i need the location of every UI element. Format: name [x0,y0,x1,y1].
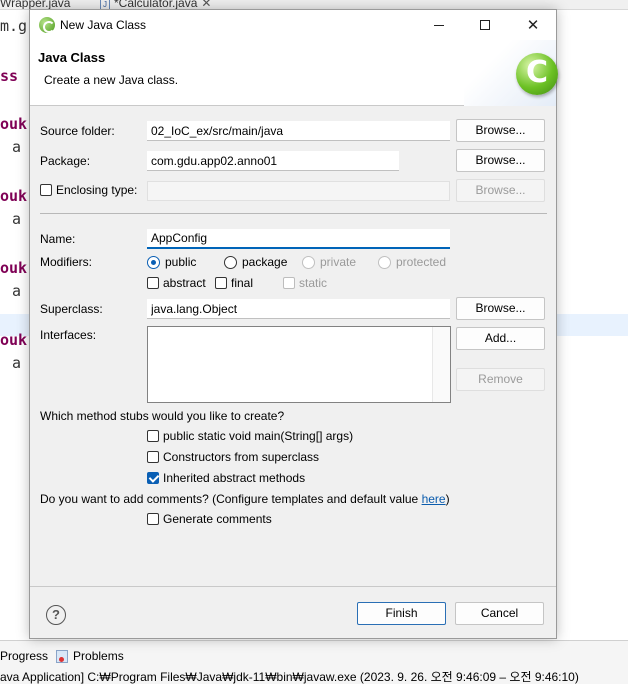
close-icon: ✕ [526,17,540,34]
close-button[interactable]: ✕ [510,10,556,40]
dialog-title-bar[interactable]: New Java Class ✕ [30,10,556,40]
modifier-package-radio[interactable]: package [224,255,287,269]
stub-main-checkbox[interactable]: public static void main(String[] args) [147,429,353,443]
radio-label: protected [396,255,447,269]
wizard-banner: C [464,40,558,106]
comments-question-text: Do you want to add comments? (Configure … [40,492,422,506]
add-interface-button[interactable]: Add... [456,327,545,350]
package-label: Package: [40,154,91,168]
java-class-icon: C [516,53,558,95]
dialog-title: New Java Class [60,18,147,32]
dialog-footer: ? Finish Cancel [30,586,556,638]
code-line: ss [0,67,19,85]
comments-question-suffix: ) [445,492,450,506]
checkbox-box [147,472,159,484]
source-folder-input[interactable] [147,121,450,141]
radio-label: public [165,255,197,269]
tab-problems-label: Problems [73,649,124,663]
code-line: ouk [0,187,28,205]
modifier-protected-radio: protected [378,255,446,269]
source-folder-browse-button[interactable]: Browse... [456,119,545,142]
source-folder-label: Source folder: [40,124,115,138]
enclosing-type-label: Enclosing type: [56,183,138,197]
finish-button[interactable]: Finish [357,602,446,625]
code-line: ouk [0,115,28,133]
interfaces-list-scrollbar[interactable] [432,327,450,402]
problems-icon [56,649,69,663]
wizard-header-title: Java Class [38,50,106,65]
interfaces-label: Interfaces: [40,328,97,342]
superclass-label: Superclass: [40,302,103,316]
bottom-tab-bar: Progress Problems [0,646,132,666]
spring-leaf-icon [39,17,55,33]
minimize-button[interactable] [416,10,462,40]
modifier-abstract-checkbox[interactable]: abstract [147,276,206,290]
section-separator [40,213,547,214]
radio-dot [224,255,237,269]
package-browse-button[interactable]: Browse... [456,149,545,172]
code-line: m.g [0,17,28,35]
superclass-browse-button[interactable]: Browse... [456,297,545,320]
bottom-panel: Progress Problems ava Application] C:₩Pr… [0,640,628,684]
checkbox-label: Constructors from superclass [163,450,320,464]
modifier-public-radio[interactable]: public [147,255,196,269]
code-line: a [12,354,22,372]
superclass-input[interactable] [147,299,450,319]
radio-dot [147,255,160,269]
new-java-class-dialog: New Java Class ✕ Java Class Create a new… [29,9,558,639]
checkbox-box [215,277,227,289]
comments-question: Do you want to add comments? (Configure … [40,492,450,506]
enclosing-type-input [147,181,450,201]
maximize-icon [480,20,490,30]
checkbox-box [147,430,159,442]
code-line: a [12,210,22,228]
tab-problems[interactable]: Problems [56,649,124,663]
stub-constructors-checkbox[interactable]: Constructors from superclass [147,450,319,464]
checkbox-box [147,277,159,289]
code-line: ouk [0,331,28,349]
tab-progress-label: Progress [0,649,49,663]
help-icon[interactable]: ? [46,605,66,625]
modifier-private-radio: private [302,255,356,269]
modifier-final-checkbox[interactable]: final [215,276,253,290]
class-name-input[interactable] [147,229,450,249]
console-status-line: ava Application] C:₩Program Files₩Java₩j… [0,670,579,684]
wizard-header-description: Create a new Java class. [44,73,179,87]
checkbox-box [40,184,52,196]
modifier-static-checkbox: static [283,276,327,290]
cancel-button[interactable]: Cancel [455,602,544,625]
enclosing-type-browse-button: Browse... [456,179,545,202]
radio-dot [302,255,315,269]
code-line: a [12,138,22,156]
checkbox-label: final [231,276,254,290]
checkbox-label: Generate comments [163,512,272,526]
code-line: a [12,282,22,300]
method-stubs-question: Which method stubs would you like to cre… [40,409,285,423]
enclosing-type-checkbox[interactable]: Enclosing type: [40,183,137,197]
maximize-button[interactable] [462,10,508,40]
radio-label: package [242,255,288,269]
remove-interface-button: Remove [456,368,545,391]
stub-inherited-abstract-checkbox[interactable]: Inherited abstract methods [147,471,305,485]
generate-comments-checkbox[interactable]: Generate comments [147,512,272,526]
checkbox-label: abstract [163,276,206,290]
tab-progress[interactable]: Progress [0,649,48,663]
name-label: Name: [40,232,76,246]
checkbox-label: public static void main(String[] args) [163,429,354,443]
minimize-icon [434,24,444,26]
code-line: ouk [0,259,28,277]
modifiers-label: Modifiers: [40,255,93,269]
radio-dot [378,255,391,269]
checkbox-label: static [299,276,328,290]
radio-label: private [320,255,357,269]
interfaces-list[interactable] [147,326,451,403]
package-input[interactable] [147,151,399,171]
checkbox-label: Inherited abstract methods [163,471,306,485]
checkbox-box [147,513,159,525]
wizard-header: Java Class Create a new Java class. C [30,40,558,106]
configure-templates-link[interactable]: here [422,492,446,506]
checkbox-box [283,277,295,289]
checkbox-box [147,451,159,463]
